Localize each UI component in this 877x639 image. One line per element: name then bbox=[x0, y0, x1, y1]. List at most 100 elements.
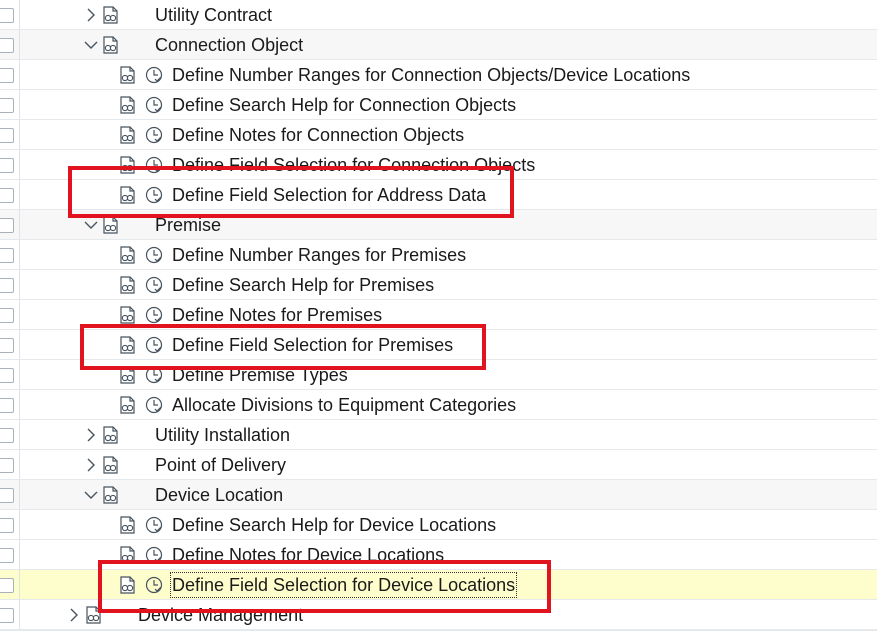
tree-leaf-field-selection-address-data[interactable]: Define Field Selection for Address Data bbox=[0, 180, 877, 210]
tree-leaf-notes-device-locations[interactable]: Define Notes for Device Locations bbox=[0, 540, 877, 570]
tree-node-premise[interactable]: Premise bbox=[0, 210, 877, 240]
row-selector[interactable] bbox=[0, 300, 20, 329]
img-activity-icon[interactable] bbox=[117, 275, 137, 295]
img-activity-icon[interactable] bbox=[117, 515, 137, 535]
row-selector[interactable] bbox=[0, 360, 20, 389]
row-selector[interactable] bbox=[0, 570, 20, 599]
node-label: Define Search Help for Device Locations bbox=[172, 515, 497, 535]
node-label: Premise bbox=[155, 215, 222, 235]
node-label: Define Premise Types bbox=[172, 365, 348, 385]
clock-check-icon[interactable] bbox=[145, 306, 163, 324]
clock-check-icon[interactable] bbox=[145, 246, 163, 264]
clock-check-icon[interactable] bbox=[145, 186, 163, 204]
tree-leaf-number-ranges-connection-objects[interactable]: Define Number Ranges for Connection Obje… bbox=[0, 60, 877, 90]
chevron-right-icon[interactable] bbox=[67, 605, 81, 625]
row-selector[interactable] bbox=[0, 60, 20, 89]
img-activity-icon[interactable] bbox=[117, 245, 137, 265]
clock-check-icon[interactable] bbox=[145, 336, 163, 354]
row-selector[interactable] bbox=[0, 0, 20, 29]
clock-check-icon[interactable] bbox=[145, 276, 163, 294]
tree-leaf-allocate-divisions[interactable]: Allocate Divisions to Equipment Categori… bbox=[0, 390, 877, 420]
tree-node-device-location[interactable]: Device Location bbox=[0, 480, 877, 510]
node-label: Point of Delivery bbox=[155, 455, 287, 475]
tree-leaf-field-selection-device-locations[interactable]: Define Field Selection for Device Locati… bbox=[0, 570, 877, 600]
clock-check-icon[interactable] bbox=[145, 516, 163, 534]
tree-leaf-number-ranges-premises[interactable]: Define Number Ranges for Premises bbox=[0, 240, 877, 270]
row-selector[interactable] bbox=[0, 270, 20, 299]
node-label: Allocate Divisions to Equipment Categori… bbox=[172, 395, 517, 415]
row-selector[interactable] bbox=[0, 240, 20, 269]
node-label-selected: Define Field Selection for Device Locati… bbox=[169, 572, 518, 598]
clock-check-icon[interactable] bbox=[145, 396, 163, 414]
tree-leaf-search-help-connection-objects[interactable]: Define Search Help for Connection Object… bbox=[0, 90, 877, 120]
img-activity-icon bbox=[100, 5, 120, 25]
tree-node-device-management[interactable]: Device Management bbox=[0, 600, 877, 630]
img-activity-icon[interactable] bbox=[117, 65, 137, 85]
chevron-right-icon[interactable] bbox=[84, 5, 98, 25]
tree-leaf-notes-premises[interactable]: Define Notes for Premises bbox=[0, 300, 877, 330]
clock-check-icon[interactable] bbox=[145, 546, 163, 564]
row-selector[interactable] bbox=[0, 540, 20, 569]
img-activity-icon[interactable] bbox=[117, 395, 137, 415]
clock-check-icon[interactable] bbox=[145, 366, 163, 384]
img-activity-icon[interactable] bbox=[117, 335, 137, 355]
node-label: Connection Object bbox=[155, 35, 304, 55]
row-selector[interactable] bbox=[0, 30, 20, 59]
img-activity-icon[interactable] bbox=[117, 305, 137, 325]
chevron-right-icon[interactable] bbox=[84, 425, 98, 445]
row-selector[interactable] bbox=[0, 210, 20, 239]
row-selector[interactable] bbox=[0, 600, 20, 629]
node-label: Define Notes for Device Locations bbox=[172, 545, 445, 565]
tree-node-point-of-delivery[interactable]: Point of Delivery bbox=[0, 450, 877, 480]
tree-node-utility-contract[interactable]: Utility Contract bbox=[0, 0, 877, 30]
img-activity-icon bbox=[100, 425, 120, 445]
node-label: Define Field Selection for Premises bbox=[172, 335, 454, 355]
row-selector[interactable] bbox=[0, 120, 20, 149]
node-label: Define Search Help for Premises bbox=[172, 275, 435, 295]
clock-check-icon[interactable] bbox=[145, 66, 163, 84]
node-label: Define Search Help for Connection Object… bbox=[172, 95, 517, 115]
row-selector[interactable] bbox=[0, 510, 20, 539]
tree-node-utility-installation[interactable]: Utility Installation bbox=[0, 420, 877, 450]
node-label: Define Notes for Premises bbox=[172, 305, 383, 325]
img-activity-icon[interactable] bbox=[117, 95, 137, 115]
img-activity-icon[interactable] bbox=[117, 575, 137, 595]
img-activity-icon bbox=[100, 455, 120, 475]
img-activity-icon[interactable] bbox=[117, 185, 137, 205]
img-activity-icon bbox=[100, 485, 120, 505]
img-activity-icon bbox=[100, 35, 120, 55]
clock-check-icon[interactable] bbox=[145, 96, 163, 114]
chevron-down-icon[interactable] bbox=[84, 485, 98, 505]
row-selector[interactable] bbox=[0, 90, 20, 119]
row-selector[interactable] bbox=[0, 390, 20, 419]
clock-check-icon[interactable] bbox=[145, 156, 163, 174]
img-activity-icon[interactable] bbox=[117, 125, 137, 145]
node-label: Define Notes for Connection Objects bbox=[172, 125, 465, 145]
tree-leaf-field-selection-premises[interactable]: Define Field Selection for Premises bbox=[0, 330, 877, 360]
tree-leaf-notes-connection-objects[interactable]: Define Notes for Connection Objects bbox=[0, 120, 877, 150]
row-selector[interactable] bbox=[0, 420, 20, 449]
row-selector[interactable] bbox=[0, 150, 20, 179]
tree-node-connection-object[interactable]: Connection Object bbox=[0, 30, 877, 60]
node-label: Define Number Ranges for Connection Obje… bbox=[172, 65, 691, 85]
tree-leaf-premise-types[interactable]: Define Premise Types bbox=[0, 360, 877, 390]
img-activity-icon[interactable] bbox=[117, 545, 137, 565]
row-selector[interactable] bbox=[0, 330, 20, 359]
img-activity-icon[interactable] bbox=[117, 365, 137, 385]
chevron-down-icon[interactable] bbox=[84, 35, 98, 55]
tree-leaf-field-selection-connection-objects[interactable]: Define Field Selection for Connection Ob… bbox=[0, 150, 877, 180]
node-label: Device Management bbox=[138, 605, 304, 625]
clock-check-icon[interactable] bbox=[145, 126, 163, 144]
node-label: Define Field Selection for Address Data bbox=[172, 185, 487, 205]
chevron-right-icon[interactable] bbox=[84, 455, 98, 475]
row-selector[interactable] bbox=[0, 480, 20, 509]
clock-check-icon[interactable] bbox=[145, 576, 163, 594]
row-selector[interactable] bbox=[0, 180, 20, 209]
img-activity-icon[interactable] bbox=[117, 155, 137, 175]
tree-leaf-search-help-premises[interactable]: Define Search Help for Premises bbox=[0, 270, 877, 300]
chevron-down-icon[interactable] bbox=[84, 215, 98, 235]
row-selector[interactable] bbox=[0, 450, 20, 479]
node-label: Define Field Selection for Connection Ob… bbox=[172, 155, 536, 175]
tree-leaf-search-help-device-locations[interactable]: Define Search Help for Device Locations bbox=[0, 510, 877, 540]
node-label: Define Number Ranges for Premises bbox=[172, 245, 467, 265]
